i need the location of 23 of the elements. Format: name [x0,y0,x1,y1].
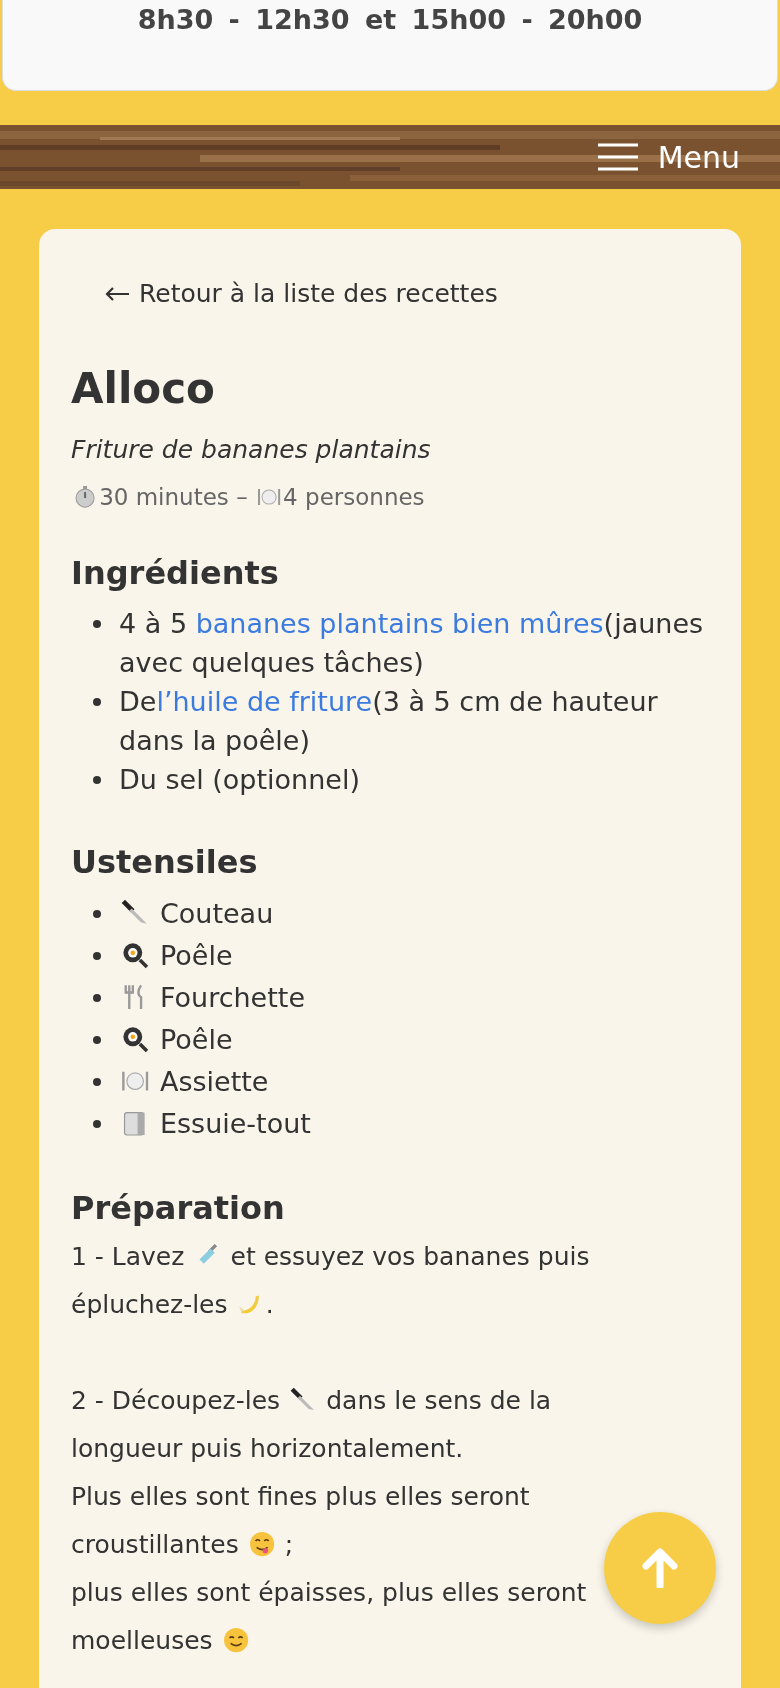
ingredient-item: Du sel (optionnel) [119,763,360,797]
recipe-title: Alloco [71,364,216,413]
preparation-step: 2 - Découpez-les dans le sens de la longueur puis horizontalement. Plus elles sont fines plus elles seront croustillantes ; plus elles sont épaisses, plus elles seront moelleuses [71,1377,599,1665]
utensil-item: Poêle [159,940,233,971]
section-heading: Préparation [71,1189,286,1227]
utensil-item: Essuie-tout [159,1108,311,1139]
utensil-item: Assiette [159,1066,269,1097]
section-heading: Ustensiles [71,843,259,881]
utensil-item: Couteau [159,898,274,929]
recipe-duration: 30 minutes – [99,484,249,510]
ingredient-item: Del’huile de friture(3 à 5 cm de hauteur dans la poêle) [119,685,659,758]
ingredient-item: 4 à 5 bananes plantains bien mûres(jaunes avec quelques tâches) [119,607,705,680]
section-heading: Ingrédients [71,554,280,592]
recipe-subtitle: Friture de bananes plantains [71,435,432,464]
ingredient-link[interactable]: l’huile de friture [156,686,373,717]
utensil-item: Fourchette [159,982,305,1013]
preparation-step: 1 - Lavez et essuyez vos bananes puis épluchez-les . [71,1233,599,1329]
recipe-servings: 4 personnes [283,484,425,510]
menu-button[interactable]: Menu [597,139,740,175]
back-link[interactable]: Retour à la liste des recettes [105,279,498,308]
utensil-item: Poêle [159,1024,233,1055]
opening-hours: 8h30 - 12h30 et 15h00 - 20h00 [137,3,643,35]
ingredient-link[interactable]: bananes plantains bien mûres [195,608,604,639]
